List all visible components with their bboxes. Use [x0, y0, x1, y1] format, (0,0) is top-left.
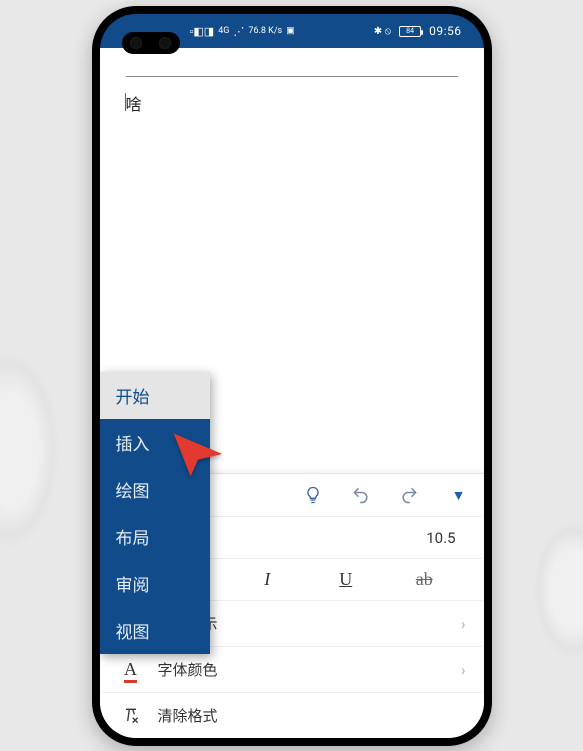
clock-label: 09:56: [429, 24, 461, 38]
clear-format-icon: [118, 706, 144, 726]
wifi-icon: ⋰: [233, 26, 244, 37]
record-icon: ▣: [286, 27, 295, 36]
tab-home[interactable]: 开始: [100, 372, 210, 419]
tab-draw[interactable]: 绘图: [100, 466, 210, 513]
phone-screen: ▫◧◨ 4G ⋰ 76.8 K/s ▣ ✱ ⦸ 84 09:56 啥: [100, 14, 484, 738]
chevron-right-icon: ›: [461, 661, 466, 679]
chevron-right-icon: ›: [461, 615, 466, 633]
font-size-value: 10.5: [426, 529, 455, 547]
network-type-label: 4G: [218, 27, 229, 36]
document-text[interactable]: 啥: [126, 91, 458, 115]
ribbon-tab-menu[interactable]: 开始 插入 绘图 布局 审阅 视图: [100, 372, 210, 654]
bt-mute-icon: ✱ ⦸: [374, 26, 391, 37]
clear-format-row[interactable]: 清除格式: [100, 692, 484, 738]
camera-cutout: [122, 32, 180, 54]
tab-view[interactable]: 视图: [100, 607, 210, 654]
clear-format-label: 清除格式: [158, 705, 218, 726]
tab-insert[interactable]: 插入: [100, 419, 210, 466]
battery-icon: 84: [399, 26, 421, 37]
strikethrough-button[interactable]: ab: [409, 569, 439, 590]
tab-layout[interactable]: 布局: [100, 513, 210, 560]
underline-button[interactable]: U: [331, 569, 361, 590]
collapse-panel-icon[interactable]: ▼: [446, 487, 466, 504]
lightbulb-icon[interactable]: [302, 484, 324, 506]
undo-icon[interactable]: [350, 484, 372, 506]
cell-signal-icon: ▫◧◨: [190, 26, 215, 37]
net-speed-label: 76.8 K/s: [248, 27, 282, 36]
font-color-label: 字体颜色: [158, 659, 218, 680]
italic-button[interactable]: I: [252, 569, 282, 590]
redo-icon[interactable]: [398, 484, 420, 506]
tab-review[interactable]: 审阅: [100, 560, 210, 607]
font-color-icon: A: [118, 659, 144, 680]
horizontal-rule: [126, 76, 458, 77]
phone-frame: ▫◧◨ 4G ⋰ 76.8 K/s ▣ ✱ ⦸ 84 09:56 啥: [92, 6, 492, 746]
